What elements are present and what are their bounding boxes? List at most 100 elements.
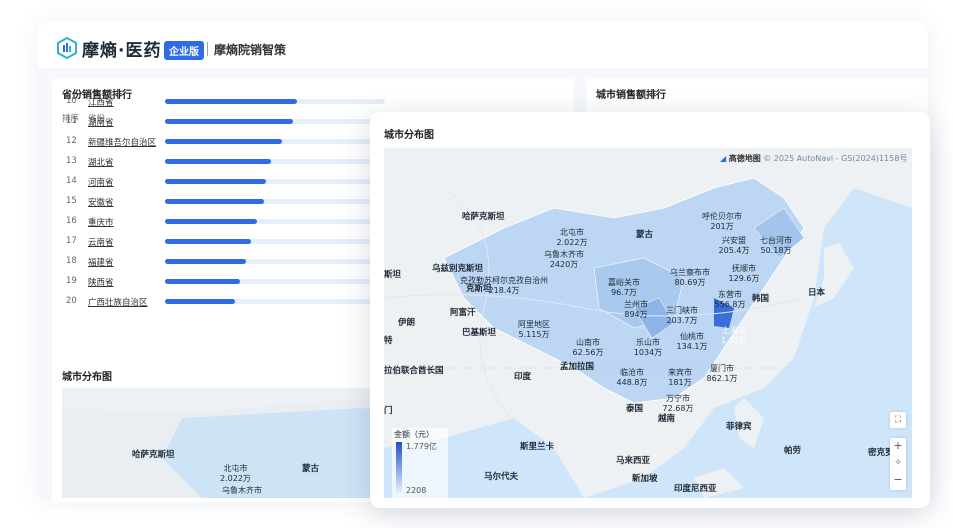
sales-bar-track [165,299,385,304]
city-value: 2420万 [549,260,579,269]
map-label-kazakhstan: 哈萨克斯坦 [132,450,175,460]
city-label-wulanchabu[interactable]: 乌兰察布市 80.69万 [670,268,710,288]
province-name-link[interactable]: 云南省 [88,236,114,248]
city-name: 东营市 [718,290,742,299]
sales-bar-fill [165,259,247,264]
city-value: 72.68万 [662,404,694,413]
city-label-wanning[interactable]: 万宁市 72.68万 [663,394,694,414]
province-name-link[interactable]: 重庆市 [88,216,114,228]
city-value: 556.8万 [714,300,746,309]
city-name: 来宾市 [668,368,692,377]
province-name-link[interactable]: 福建省 [88,256,114,268]
city-name: 北屯市 [223,464,248,473]
minus-icon: − [893,473,903,486]
city-value: 50.18万 [760,246,792,255]
city-label-sanmenxia[interactable]: 三门峡市 203.7万 [666,306,698,326]
city-value: 205.4万 [718,246,750,255]
city-value: 894万 [624,310,648,319]
city-label-beitun[interactable]: 北屯市 2.022万 [557,228,588,248]
city-label-dongying[interactable]: 东营市 556.8万 [715,290,746,310]
card-title: 城市销售额排行 [596,90,666,101]
sales-bar-track [165,119,385,124]
map-terrain [384,148,912,498]
city-name: 阿里地区 [518,320,550,329]
compass-button[interactable]: ✧ [890,454,906,472]
city-label-laibin[interactable]: 来宾市 181万 [668,368,692,388]
city-label-xiantao[interactable]: 仙桃市 134.1万 [677,332,708,352]
province-name-link[interactable]: 广西壮族自治区 [88,296,148,308]
city-value: 96.7万 [611,288,637,297]
city-value: 134.1万 [676,342,708,351]
legend-title: 金额（元） [394,430,434,439]
city-name: 乌兰察布市 [670,268,710,277]
city-value: 448.8万 [616,378,648,387]
city-value: 2.022万 [556,238,588,247]
province-name-link[interactable]: 新疆维吾尔自治区 [88,136,156,148]
sales-bar-track [165,159,385,164]
map-attribution: ◢ 高德地图 © 2025 AutoNavi - GS(2024)1158号 [720,154,907,164]
logo-icon [57,37,77,59]
city-label-shanghai[interactable]: 上海市 1.37亿 [721,326,747,346]
sales-bar-fill [165,139,282,144]
city-name: 呼伦贝尔市 [702,212,742,221]
city-name: 万宁市 [666,394,690,403]
sales-bar-fill [165,239,251,244]
sales-bar-fill [165,199,264,204]
city-label-jiayuguan[interactable]: 嘉峪关市 96.7万 [608,278,640,298]
rank-number: 19 [66,276,77,286]
province-name-link[interactable]: 湖南省 [88,116,114,128]
city-value: 181万 [668,378,692,387]
city-label-ali[interactable]: 阿里地区 5.115万 [518,320,550,340]
city-value: 2.022万 [220,474,251,483]
fullscreen-icon: ⛶ [894,415,902,425]
city-name: 仙桃市 [680,332,704,341]
sales-bar-fill [165,159,271,164]
country-palau: 帕劳 [784,446,802,456]
city-label-shannan[interactable]: 山南市 62.56万 [573,338,604,358]
city-value: 80.69万 [674,278,706,287]
city-label-urumqi[interactable]: 乌鲁木齐市 2420万 [544,250,584,270]
rank-number: 12 [66,136,77,146]
city-label-lincang[interactable]: 临沧市 448.8万 [617,368,648,388]
country-pakistan: 巴基斯坦 [462,328,497,338]
sales-bar-fill [165,179,267,184]
zoom-in-button[interactable]: + [890,438,906,454]
zoom-out-button[interactable]: − [890,472,906,488]
sales-bar-track [165,199,385,204]
rank-number: 11 [66,116,77,126]
rank-number: 20 [66,296,77,306]
city-label-fushun[interactable]: 抚顺市 129.6万 [729,264,760,284]
popup-title: 城市分布图 [384,130,434,141]
city-label-hulunbuir[interactable]: 呼伦贝尔市 201万 [702,212,742,232]
city-label-xinganmeng[interactable]: 兴安盟 205.4万 [719,236,750,256]
rank-number: 13 [66,156,77,166]
rank-number: 14 [66,176,77,186]
city-map-popup: 城市分布图 ◢ 高德地图 © 2025 AutoNavi - GS(2024)1… [370,112,930,508]
province-name-link[interactable]: 江西省 [88,96,114,108]
province-name-link[interactable]: 陕西省 [88,276,114,288]
country-india: 印度 [514,372,532,382]
country-left-edge: 特 [384,336,393,346]
city-label-kizilsu[interactable]: 克孜勒苏柯尔克孜自治州 218.4万 [460,276,548,296]
legend-max: 1.779亿 [406,442,437,451]
fullscreen-button[interactable]: ⛶ [890,412,906,428]
edition-badge: 企业版 [164,41,204,60]
city-label-qitaihe[interactable]: 七台河市 50.18万 [760,236,792,256]
top-bar: 摩熵·医药 企业版 摩熵院销智策 [38,22,928,68]
city-label-xiamen[interactable]: 厦门市 862.1万 [707,364,738,384]
province-name-link[interactable]: 湖北省 [88,156,114,168]
legend-min: 2208 [406,486,427,495]
country-philippines: 菲律宾 [726,422,752,432]
city-label-lanzhou[interactable]: 兰州市 894万 [624,300,648,320]
province-name-link[interactable]: 河南省 [88,176,114,188]
country-iran: 伊朗 [398,318,416,328]
legend-gradient [396,442,402,492]
city-label-leshan[interactable]: 乐山市 1034万 [634,338,662,358]
province-name-link[interactable]: 安徽省 [88,196,114,208]
country-uzbekistan: 乌兹别克斯坦 [432,264,484,274]
map-canvas[interactable]: ◢ 高德地图 © 2025 AutoNavi - GS(2024)1158号 哈… [384,148,912,498]
table-row[interactable]: 10 江西省 [52,93,574,113]
brand-name: 摩熵·医药 [82,41,162,61]
header-divider [207,42,208,56]
country-bangladesh: 孟加拉国 [560,362,595,372]
